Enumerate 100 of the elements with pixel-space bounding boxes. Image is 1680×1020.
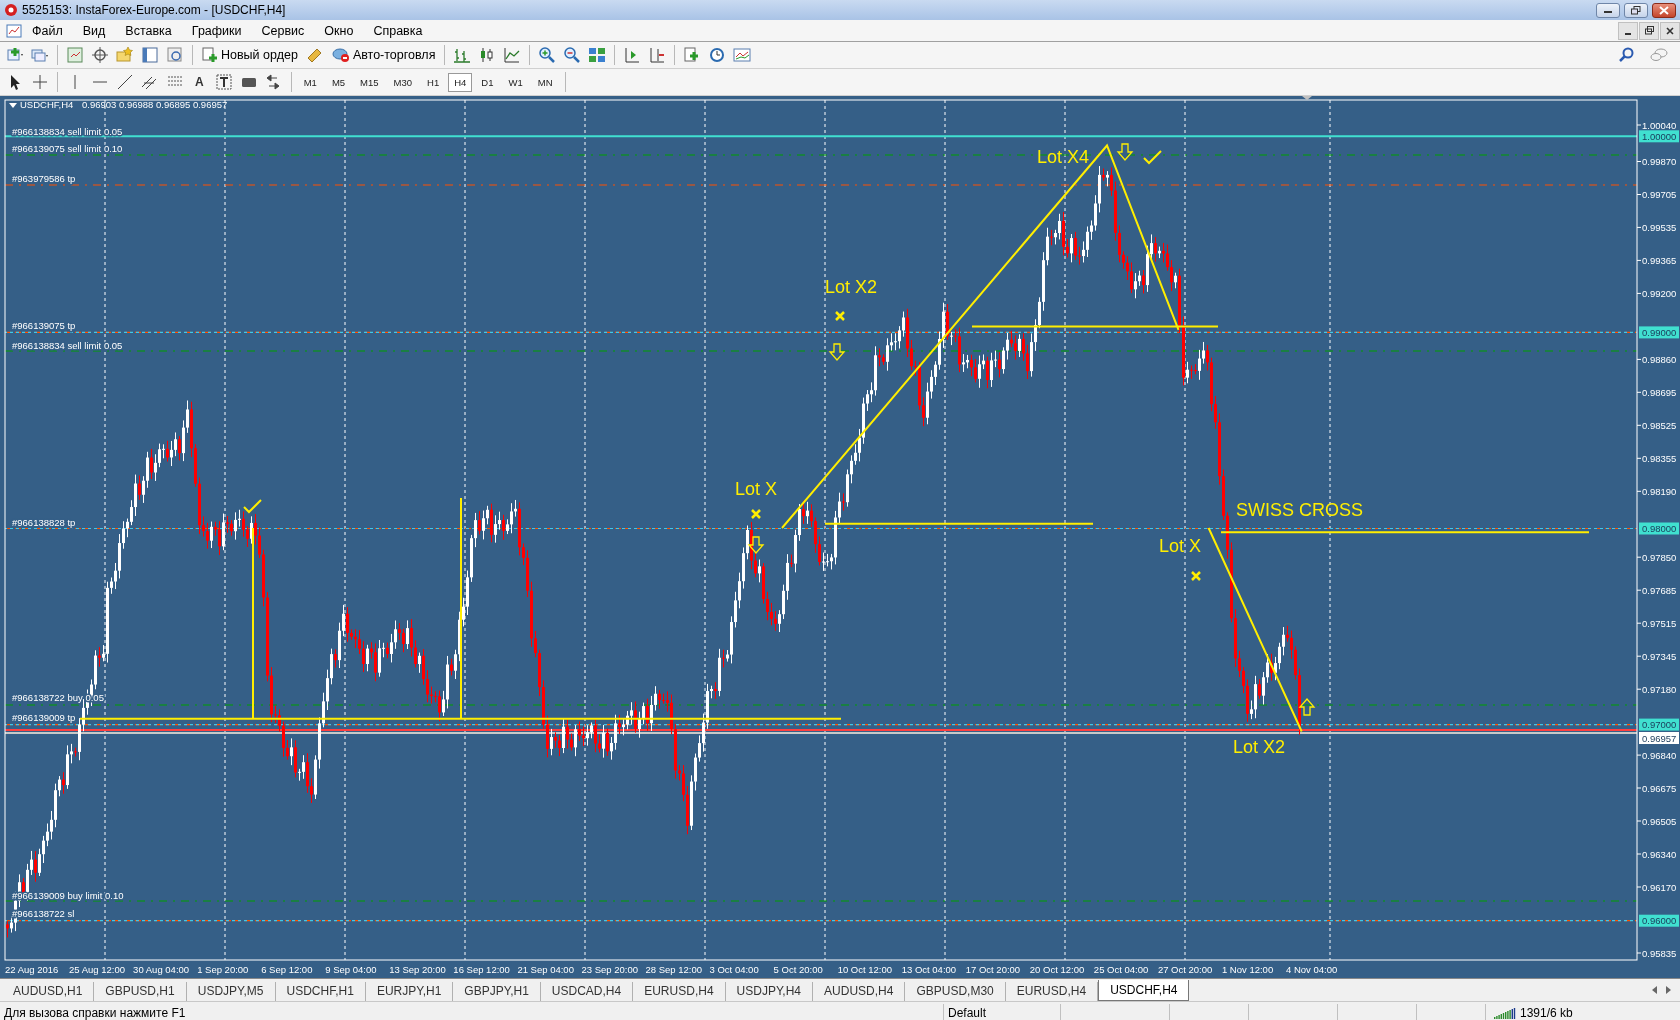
menu-item[interactable]: Сервис [251,21,315,40]
price-label: 0.97685 [1642,584,1677,596]
menu-item[interactable]: Графики [181,21,252,40]
timeframe-button[interactable]: M30 [387,72,419,92]
price-marker: 0.99000 [1639,326,1679,339]
timeframe-button[interactable]: M15 [354,72,385,92]
price-label: 0.97515 [1642,617,1677,629]
minimize-icon [1625,32,1631,35]
time-label: 28 Sep 12:00 [645,964,703,975]
document-plus-icon [202,47,218,63]
close-button[interactable] [1652,2,1676,18]
stop-badge-icon [331,47,350,63]
cross-mark-icon[interactable] [750,508,762,520]
price-label: 0.96170 [1642,881,1677,893]
new-order-button[interactable]: Новый ордер [199,44,301,66]
price-label: 0.98355 [1642,452,1677,464]
order-label: #963979586 tp [12,172,76,184]
order-label: #966138834 sell limit 0.05 [12,340,123,351]
price-label: 0.97345 [1642,650,1677,662]
time-label: 23 Sep 20:00 [581,964,638,975]
scroll-right-icon[interactable] [1666,986,1672,994]
price-label: 0.96840 [1642,749,1677,761]
chart-annotation[interactable]: Lot X4 [1037,147,1090,167]
order-label: #966139009 tp [12,711,76,723]
price-label: 0.99535 [1642,221,1677,233]
time-label: 4 Nov 04:00 [1286,964,1338,975]
time-label: 21 Sep 04:00 [517,964,574,975]
close-icon [1666,26,1674,35]
price-label: 0.98525 [1642,419,1677,431]
menu-item[interactable]: Файл [22,21,73,40]
down-arrow-icon[interactable] [747,536,765,554]
checkmark-icon[interactable] [243,499,262,514]
chart-annotation[interactable]: Lot X2 [825,277,878,297]
menu-item[interactable]: Вставка [115,21,182,40]
chart-annotation[interactable]: Lot X [735,479,778,499]
timeframe-button[interactable]: W1 [502,72,529,92]
price-label: 0.96505 [1642,815,1677,827]
timeframe-button[interactable]: H4 [448,72,473,92]
price-label: 0.96340 [1642,848,1677,860]
auto-trading-button[interactable]: Авто-торговля [328,44,439,66]
timeframe-button[interactable]: M5 [325,72,352,92]
chart-annotation[interactable]: SWISS CROSS [1236,500,1364,520]
status-profile: Default [948,1006,987,1020]
child-restore-button[interactable] [1639,21,1659,40]
close-icon [1659,5,1669,15]
cross-mark-icon[interactable] [1190,570,1202,582]
connection-bars-icon [1494,1007,1516,1019]
price-marker: 0.96000 [1639,914,1679,927]
price-marker: 0.97000 [1639,718,1679,731]
checkmark-icon[interactable] [1143,150,1162,165]
minimize-button[interactable] [1596,2,1620,18]
order-label: #966138834 sell limit 0.05 [12,125,123,137]
chart-window-icon[interactable] [6,23,22,38]
child-minimize-button[interactable] [1618,21,1638,40]
cross-mark-icon[interactable] [834,310,846,322]
restore-icon [1644,26,1654,35]
text-tool-button[interactable]: A [189,75,210,89]
price-label: 0.98860 [1642,353,1677,365]
price-label: 0.95835 [1642,947,1677,959]
time-label: 9 Sep 04:00 [325,964,377,975]
chart-annotation[interactable]: Lot X2 [1233,737,1286,757]
crosshair-icon[interactable] [89,44,111,66]
menu-item[interactable]: Окно [314,21,364,40]
time-label: 6 Sep 12:00 [261,964,313,975]
chart-tab[interactable]: USDCHF,H4 [1098,980,1190,1001]
time-label: 30 Aug 04:00 [133,964,190,975]
timeframe-button[interactable]: MN [531,72,559,92]
time-label: 13 Sep 20:00 [389,964,446,975]
timeframe-button[interactable]: M1 [297,72,323,92]
down-arrow-icon[interactable] [1116,143,1134,161]
restore-icon [1631,5,1641,15]
restore-button[interactable] [1624,2,1648,18]
chart-ohlc: 0.96903 0.96988 0.96895 0.96957 [82,99,228,110]
price-label: 0.99365 [1642,254,1677,266]
price-marker: 0.96957 [1639,732,1679,744]
price-marker: 0.98000 [1639,522,1679,535]
up-arrow-icon[interactable] [1298,698,1316,716]
price-marker: 1.00000 [1639,130,1679,143]
time-label: 27 Oct 20:00 [1157,964,1213,975]
chart-collapse-icon[interactable] [9,103,17,108]
window-title: 5525153: InstaForex-Europe.com - [USDCHF,H4] [22,3,287,17]
time-label: 5 Oct 20:00 [773,964,823,975]
scroll-left-icon[interactable] [1652,986,1658,994]
down-arrow-icon[interactable] [828,343,846,361]
child-close-button[interactable] [1660,21,1680,40]
terminal-window-icon[interactable] [139,44,161,66]
time-label: 20 Oct 12:00 [1029,964,1085,975]
order-label: #966138828 tp [12,516,76,528]
menu-item[interactable]: Вид [72,21,116,40]
time-label: 25 Aug 12:00 [69,964,126,975]
time-label: 17 Oct 20:00 [965,964,1021,975]
menu-item[interactable]: Справка [363,21,433,40]
order-label: #966139075 sell limit 0.10 [12,142,123,154]
time-label: 3 Oct 04:00 [709,964,759,975]
timeframe-button[interactable]: H1 [421,72,446,92]
chart-annotation[interactable]: Lot X [1159,536,1202,556]
price-label: 0.99870 [1642,156,1677,167]
timeframe-button[interactable]: D1 [475,72,500,92]
price-label: 0.98190 [1642,485,1677,497]
time-label: 1 Sep 20:00 [197,964,249,975]
